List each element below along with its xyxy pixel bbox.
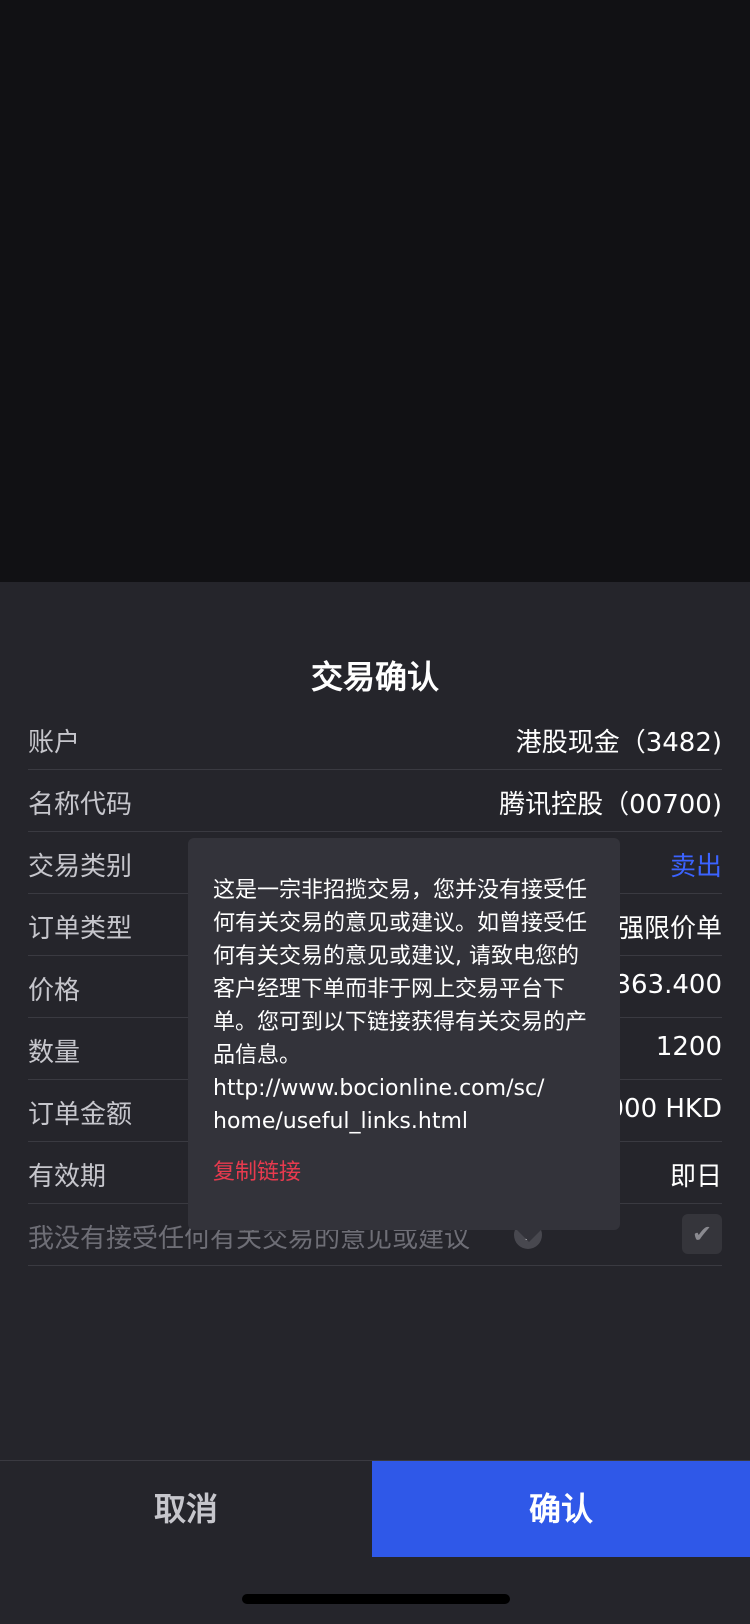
tooltip-arrow	[517, 1230, 541, 1242]
trade-confirm-screen: 交易确认 账户 港股现金（3482) 名称代码 腾讯控股（00700) 交易类别…	[0, 0, 750, 1624]
trade-type-value: 卖出	[669, 852, 722, 882]
order-type-label: 订单类型	[28, 914, 133, 944]
order-type-value: 强限价单	[617, 914, 722, 944]
trade-type-label: 交易类别	[28, 852, 133, 882]
cancel-button[interactable]: 取消	[0, 1461, 372, 1557]
action-bar: 取消 确认	[0, 1460, 750, 1557]
quantity-value: 1200	[655, 1032, 722, 1062]
price-value: 363.400	[614, 970, 722, 1000]
copy-link-button[interactable]: 复制链接	[213, 1156, 596, 1189]
dimmed-overlay[interactable]	[0, 0, 750, 582]
account-label: 账户	[28, 728, 81, 758]
row-name-code: 名称代码 腾讯控股（00700)	[28, 770, 722, 832]
price-label: 价格	[28, 976, 81, 1006]
name-code-value: 腾讯控股（00700)	[499, 790, 722, 820]
tooltip-message: 这是一宗非招揽交易，您并没有接受任何有关交易的意见或建议。如曾接受任何有关交易的…	[213, 878, 588, 1068]
validity-value: 即日	[669, 1162, 722, 1192]
dialog-title: 交易确认	[310, 658, 439, 696]
row-account: 账户 港股现金（3482)	[28, 708, 722, 770]
order-amount-value: 000 HKD	[607, 1094, 722, 1124]
disclaimer-tooltip: 这是一宗非招揽交易，您并没有接受任何有关交易的意见或建议。如曾接受任何有关交易的…	[188, 838, 620, 1230]
confirm-button[interactable]: 确认	[372, 1461, 750, 1557]
home-indicator	[242, 1594, 510, 1604]
validity-label: 有效期	[28, 1162, 107, 1192]
acknowledge-checkbox[interactable]: ✔	[682, 1214, 722, 1254]
quantity-label: 数量	[28, 1038, 81, 1068]
order-amount-label: 订单金额	[28, 1100, 133, 1130]
account-value: 港股现金（3482)	[515, 728, 722, 758]
tooltip-url: http://www.bocionline.com/sc/ home/usefu…	[213, 1076, 545, 1134]
name-code-label: 名称代码	[28, 790, 133, 820]
